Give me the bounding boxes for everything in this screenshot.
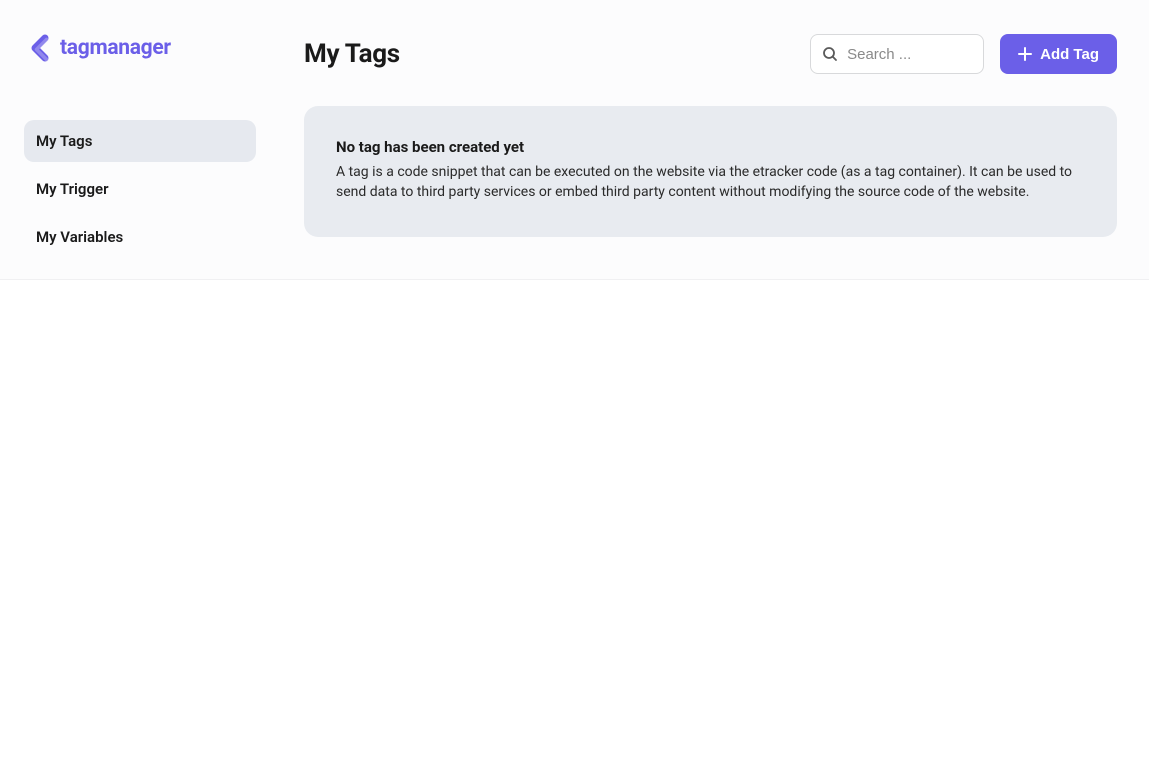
header-actions: Add Tag [810,34,1117,74]
add-tag-button[interactable]: Add Tag [1000,34,1117,74]
page-title: My Tags [304,39,400,69]
sidebar: tagmanager My Tags My Trigger My Variabl… [0,0,280,279]
sidebar-item-label: My Trigger [36,180,108,198]
empty-state: No tag has been created yet A tag is a c… [304,106,1117,237]
logo[interactable]: tagmanager [24,34,256,62]
app-container: tagmanager My Tags My Trigger My Variabl… [0,0,1149,280]
empty-state-title: No tag has been created yet [336,138,1085,156]
search-input[interactable] [810,34,984,74]
nav-list: My Tags My Trigger My Variables [24,120,256,258]
header-row: My Tags Add Tag [304,34,1117,74]
sidebar-item-label: My Tags [36,132,92,150]
plus-icon [1018,47,1032,61]
sidebar-item-my-trigger[interactable]: My Trigger [24,168,256,210]
search-wrapper [810,34,984,74]
sidebar-item-label: My Variables [36,228,123,246]
main-area: My Tags Add Tag [280,0,1149,279]
sidebar-item-my-variables[interactable]: My Variables [24,216,256,258]
empty-state-description: A tag is a code snippet that can be exec… [336,162,1076,203]
add-button-label: Add Tag [1040,46,1099,63]
sidebar-item-my-tags[interactable]: My Tags [24,120,256,162]
logo-text: tagmanager [60,36,171,60]
logo-icon [28,34,54,62]
